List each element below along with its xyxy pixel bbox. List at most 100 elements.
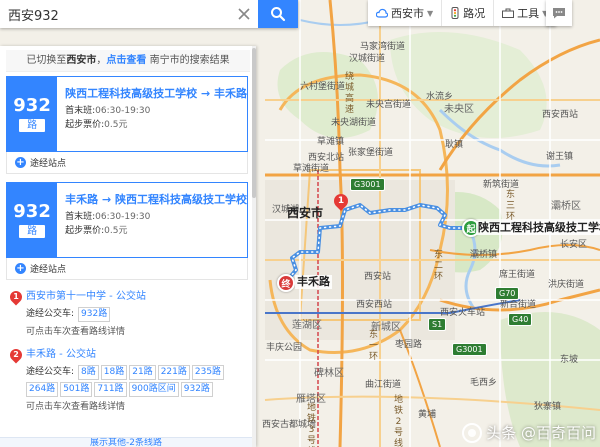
map-road-label: 地铁3号线 (306, 403, 316, 446)
route-start-label: 陕西工程科技高级技工学校 (476, 221, 600, 235)
search-input[interactable] (0, 0, 230, 28)
panel-scrollbar[interactable] (252, 46, 256, 447)
line-tag[interactable]: 21路 (129, 364, 156, 380)
message-button[interactable] (546, 0, 572, 26)
search-button[interactable] (258, 0, 298, 28)
map-road-label: 东一环 (368, 330, 378, 362)
city-selector-label: 西安市 (391, 7, 424, 20)
map-place-label: 张家堡街道 (348, 148, 394, 158)
route-card-2[interactable]: 932 路 丰禾路 → 陕西工程科技高级技工学校 首末班:06:30-19:30… (6, 182, 248, 258)
route-end-marker[interactable]: 终 (277, 274, 295, 292)
route-hours: 首末班:06:30-19:30 (65, 210, 247, 224)
route-title[interactable]: 丰禾路 → 陕西工程科技高级技工学校 (65, 192, 247, 207)
toolbox-icon (502, 8, 515, 18)
route-info: 陕西工程科技高级技工学校 → 丰禾路 首末班:06:30-19:30 起步票价:… (57, 77, 247, 151)
route-stops-label: 途经站点 (30, 159, 67, 169)
map-road-label: 东二环 (433, 250, 443, 282)
map-place-label: 水流乡 (426, 92, 454, 102)
line-tag[interactable]: 501路 (60, 382, 93, 397)
route-fare: 起步票价:0.5元 (65, 118, 247, 132)
route-fare: 起步票价:0.5元 (65, 224, 247, 238)
route-fare-label: 起步票价: (65, 226, 105, 236)
close-icon (238, 8, 250, 20)
notice-prefix: 已切换至 (26, 55, 67, 66)
watermark-icon (462, 422, 483, 443)
line-tag[interactable]: 18路 (100, 364, 128, 380)
traffic-light-icon (451, 7, 459, 19)
watermark: 头条 @百奇百问 (462, 422, 596, 443)
route-fare-value: 0.5元 (104, 226, 128, 236)
station-name[interactable]: 西安市第十一中学 - 公交站 (26, 290, 248, 304)
map-place-label: 马家湾街道 (360, 42, 406, 52)
station-lines: 途经公交车: 932路 (26, 306, 248, 322)
line-tag[interactable]: 8路 (78, 364, 99, 380)
map-place-label: 西安西站 (356, 300, 393, 310)
map-city-label: 西安市 (287, 206, 324, 220)
route-stops-label: 途经站点 (30, 265, 67, 275)
map-place-label: 狄寨镇 (534, 402, 562, 412)
route-card-1[interactable]: 932 路 陕西工程科技高级技工学校 → 丰禾路 首末班:06:30-19:30… (6, 76, 248, 152)
show-more-lines-button[interactable]: 展示其他-2条线路 (0, 437, 252, 447)
route-number: 932 (13, 201, 51, 222)
line-tag[interactable]: 264路 (26, 382, 59, 397)
map-station-pin[interactable]: 1 (331, 191, 351, 211)
line-tag[interactable]: 932路 (78, 306, 111, 322)
station-note: 可点击车次查看路线详情 (26, 402, 126, 412)
map-place-label: 新合街道 (500, 300, 537, 310)
watermark-text: 头条 @百奇百问 (486, 424, 596, 442)
line-tag[interactable]: 221路 (157, 364, 190, 380)
route-hours: 首末班:06:30-19:30 (65, 104, 247, 118)
map-place-label: 西安西站 (542, 110, 579, 120)
line-tag[interactable]: 932路 (180, 382, 213, 397)
highway-shield: G3001 (350, 178, 385, 191)
clear-search-button[interactable] (230, 0, 258, 28)
route-badge: 932 路 (7, 183, 58, 257)
results-panel: 已切换至西安市，点击查看 南宁市的搜索结果 932 路 陕西工程科技高级技工学校… (0, 46, 256, 447)
route-end-label: 丰禾路 (295, 275, 332, 289)
route-hours-value: 06:30-19:30 (95, 106, 151, 116)
map-place-label: 东坡 (560, 355, 579, 365)
map-place-label: 未央区 (444, 104, 474, 115)
line-tag[interactable]: 900路区间 (128, 382, 179, 397)
notice-suffix: 南宁市的搜索结果 (149, 55, 230, 66)
route-title[interactable]: 陕西工程科技高级技工学校 → 丰禾路 (65, 86, 247, 101)
search-icon (271, 7, 286, 22)
station-lines-label: 途经公交车: (26, 309, 75, 319)
map-place-label: 灞桥镇 (470, 250, 498, 260)
chevron-down-icon: ▼ (427, 8, 434, 18)
station-item-2: 2 丰禾路 - 公交站 途经公交车: 8路 18路 21路 221路 235路 … (7, 346, 248, 415)
map-place-label: 丰庆公园 (266, 343, 303, 353)
route-stops-toggle-2[interactable]: + 途经站点 (6, 258, 248, 280)
scrollbar-thumb[interactable] (252, 48, 256, 198)
map-place-label: 曲江街道 (365, 380, 402, 390)
map-place-label: 西安站 (364, 272, 392, 282)
map-place-label: 耿镇 (445, 140, 464, 150)
map-road-label: 绕城高速 (344, 72, 354, 115)
station-name[interactable]: 丰禾路 - 公交站 (26, 348, 248, 362)
route-number: 932 (13, 95, 51, 116)
line-tag[interactable]: 711路 (94, 382, 127, 397)
map-place-label: 长安区 (560, 240, 588, 250)
route-stops-toggle-1[interactable]: + 途经站点 (6, 152, 248, 174)
traffic-button[interactable]: 路况 (442, 0, 495, 26)
city-selector[interactable]: 西安市 ▼ (368, 0, 443, 26)
search-bar (0, 0, 298, 28)
highway-shield: G3001 (452, 343, 487, 356)
station-index: 1 (13, 292, 19, 301)
map-place-label: 席王街道 (499, 270, 536, 280)
map-place-label: 莲湖区 (292, 320, 322, 331)
map-pin-icon: 1 (7, 288, 25, 306)
route-unit: 路 (19, 119, 46, 132)
map-place-label: 汉城街道 (349, 54, 386, 64)
map-place-label: 洪庆街道 (548, 280, 585, 290)
traffic-label: 路况 (463, 7, 486, 20)
map-pin-icon: 2 (7, 346, 25, 364)
notice-view-link[interactable]: 点击查看 (106, 55, 146, 66)
map-place-label: 草滩镇 (317, 137, 345, 147)
chat-icon (553, 8, 565, 19)
line-tag[interactable]: 235路 (191, 364, 225, 380)
route-badge: 932 路 (7, 77, 58, 151)
map-toolbar: 西安市 ▼ 路况 工具 ▼ (368, 0, 557, 26)
pin-number: 1 (337, 196, 345, 206)
tools-label: 工具 (517, 7, 540, 20)
